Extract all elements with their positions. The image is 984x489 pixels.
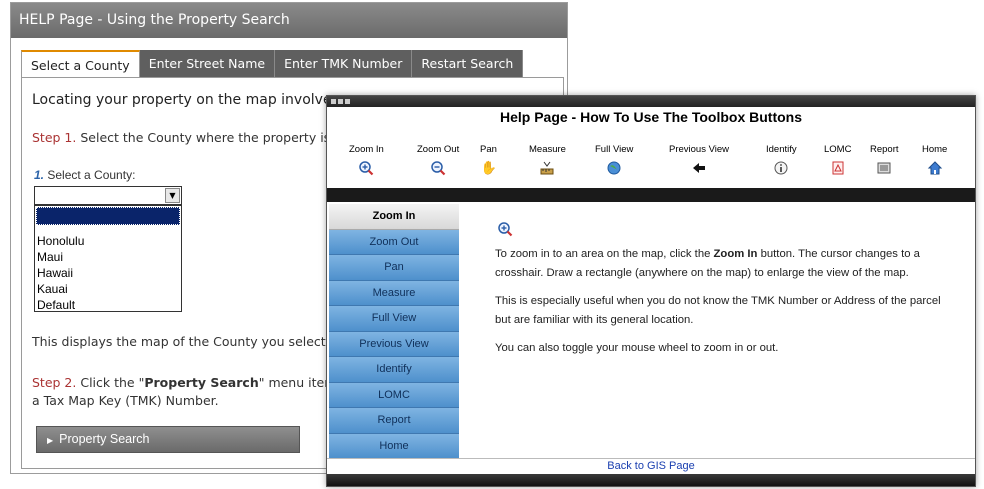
county-select-label: 1. Select a County: bbox=[34, 168, 135, 182]
zoom-in-icon bbox=[498, 222, 513, 237]
tab-enter-street-name[interactable]: Enter Street Name bbox=[139, 50, 276, 78]
toolbox: Zoom In Zoom Out Pan ✋ Measure Full View… bbox=[349, 144, 959, 180]
globe-icon bbox=[607, 161, 621, 175]
nav-report[interactable]: Report bbox=[329, 408, 459, 434]
lomc-icon bbox=[832, 161, 844, 175]
tab-enter-tmk-number[interactable]: Enter TMK Number bbox=[275, 50, 413, 78]
measure-icon bbox=[540, 161, 554, 175]
county-option-hawaii[interactable]: Hawaii bbox=[35, 265, 181, 281]
back-arrow-icon bbox=[693, 163, 706, 173]
info-icon bbox=[774, 161, 788, 175]
tool-full-view-label: Full View bbox=[595, 144, 634, 155]
step-2-bold: Property Search bbox=[144, 375, 259, 390]
tool-measure[interactable]: Measure bbox=[529, 144, 566, 176]
tool-report[interactable]: Report bbox=[870, 144, 899, 176]
tool-identify-label: Identify bbox=[766, 144, 797, 155]
displays-text: This displays the map of the County you … bbox=[32, 334, 346, 349]
home-icon bbox=[927, 161, 942, 175]
chevron-down-icon[interactable]: ▼ bbox=[165, 188, 180, 203]
tool-identify[interactable]: Identify bbox=[766, 144, 797, 176]
toolbar-divider bbox=[327, 188, 975, 202]
nav-lomc[interactable]: LOMC bbox=[329, 382, 459, 408]
window-dots-icon bbox=[331, 99, 350, 104]
nav-full-view[interactable]: Full View bbox=[329, 306, 459, 332]
toolbox-help-window: Help Page - How To Use The Toolbox Butto… bbox=[326, 95, 976, 487]
help-p1-bold: Zoom In bbox=[713, 248, 758, 260]
step-2-body-a: Click the " bbox=[76, 375, 145, 390]
county-option-maui[interactable]: Maui bbox=[35, 249, 181, 265]
back-to-gis-link[interactable]: Back to GIS Page bbox=[327, 460, 975, 472]
county-label-number: 1. bbox=[34, 168, 45, 182]
help-paragraph-2: This is especially useful when you do no… bbox=[495, 295, 941, 326]
nav-zoom-out[interactable]: Zoom Out bbox=[329, 229, 459, 255]
tool-report-label: Report bbox=[870, 144, 899, 155]
nav-home[interactable]: Home bbox=[329, 433, 459, 459]
tool-pan[interactable]: Pan ✋ bbox=[480, 144, 497, 176]
step-1-text: Step 1. Select the County where the prop… bbox=[32, 130, 330, 145]
tab-restart-search[interactable]: Restart Search bbox=[412, 50, 524, 78]
step-1-label: Step 1. bbox=[32, 130, 77, 145]
property-search-label: Property Search bbox=[59, 432, 150, 446]
help-paragraph-3: You can also toggle your mouse wheel to … bbox=[495, 342, 779, 354]
step-2-text: Step 2. Click the "Property Search" menu… bbox=[32, 374, 353, 410]
tool-previous-view[interactable]: Previous View bbox=[669, 144, 729, 176]
tool-zoom-in-label: Zoom In bbox=[349, 144, 384, 155]
nav-zoom-in[interactable]: Zoom In bbox=[329, 204, 459, 230]
county-option-blank[interactable] bbox=[36, 207, 180, 225]
tool-home-label: Home bbox=[922, 144, 948, 155]
tool-lomc[interactable]: LOMC bbox=[824, 144, 851, 176]
tool-lomc-label: LOMC bbox=[824, 144, 852, 155]
county-option-default[interactable]: Default bbox=[35, 297, 181, 313]
tool-home[interactable]: Home bbox=[922, 144, 947, 176]
hand-icon: ✋ bbox=[480, 160, 497, 175]
tool-zoom-in[interactable]: Zoom In bbox=[349, 144, 384, 176]
help-paragraph-1: To zoom in to an area on the map, click … bbox=[495, 245, 957, 283]
step-1-body: Select the County where the property is bbox=[76, 130, 331, 145]
zoom-out-icon bbox=[431, 161, 446, 176]
nav-measure[interactable]: Measure bbox=[329, 280, 459, 306]
nav-previous-view[interactable]: Previous View bbox=[329, 331, 459, 357]
footer-divider bbox=[327, 458, 975, 459]
tool-zoom-out-label: Zoom Out bbox=[417, 144, 460, 155]
window-title: HELP Page - Using the Property Search bbox=[11, 3, 567, 38]
county-dropdown-list: Honolulu Maui Hawaii Kauai Default bbox=[34, 205, 182, 312]
property-search-button[interactable]: ▶ Property Search bbox=[36, 426, 300, 453]
tool-zoom-out[interactable]: Zoom Out bbox=[417, 144, 459, 176]
tool-help-nav: Zoom In Zoom Out Pan Measure Full View P… bbox=[329, 204, 459, 459]
triangle-right-icon: ▶ bbox=[47, 436, 54, 445]
county-select[interactable]: ▼ bbox=[34, 186, 182, 205]
report-icon bbox=[877, 162, 891, 174]
step-2-line-2: a Tax Map Key (TMK) Number. bbox=[32, 393, 219, 408]
window-top-strip bbox=[327, 96, 975, 107]
county-option-kauai[interactable]: Kauai bbox=[35, 281, 181, 297]
step-2-label: Step 2. bbox=[32, 375, 77, 390]
tool-full-view[interactable]: Full View bbox=[595, 144, 633, 176]
intro-text: Locating your property on the map involv… bbox=[32, 92, 352, 108]
nav-pan[interactable]: Pan bbox=[329, 255, 459, 281]
tool-previous-view-label: Previous View bbox=[669, 144, 730, 155]
help-p1-text-a: To zoom in to an area on the map, click … bbox=[495, 248, 714, 260]
tab-bar: Select a County Enter Street Name Enter … bbox=[21, 50, 524, 78]
tool-measure-label: Measure bbox=[529, 144, 566, 155]
help-content: To zoom in to an area on the map, click … bbox=[495, 221, 957, 367]
county-label-text: Select a County: bbox=[44, 168, 136, 182]
window-bottom-bar bbox=[327, 474, 975, 486]
tab-select-county[interactable]: Select a County bbox=[21, 50, 140, 78]
zoom-in-icon bbox=[359, 161, 374, 176]
county-option-honolulu[interactable]: Honolulu bbox=[35, 233, 181, 249]
tool-pan-label: Pan bbox=[480, 144, 497, 155]
help-title: Help Page - How To Use The Toolbox Butto… bbox=[499, 109, 803, 125]
nav-identify[interactable]: Identify bbox=[329, 357, 459, 383]
